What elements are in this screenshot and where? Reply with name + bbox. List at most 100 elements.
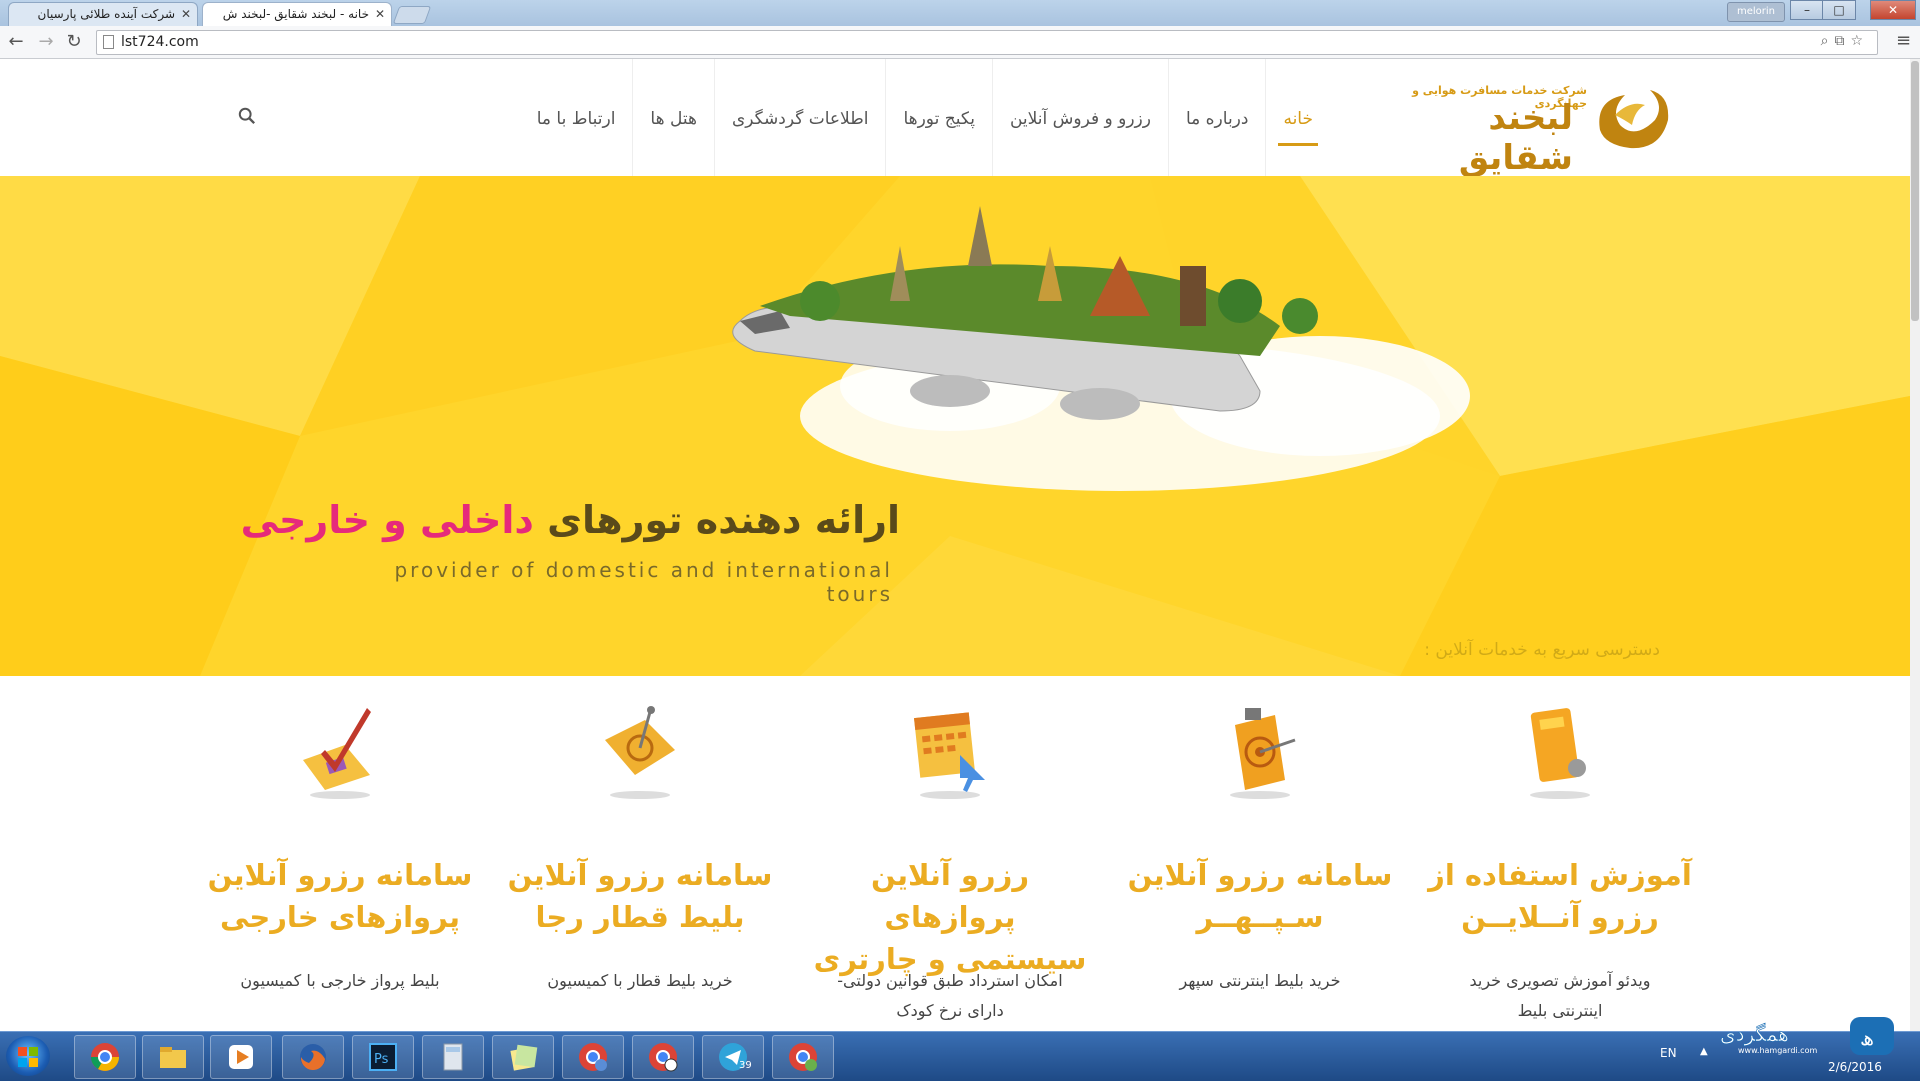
browser-toolbar: ← → ↻ lst724.com ⌕⧉☆ ≡ xyxy=(0,26,1920,59)
explorer-icon xyxy=(160,1047,186,1068)
taskbar-photoshop[interactable]: Ps xyxy=(352,1035,414,1079)
services-section: آموزش استفاده از رزرو آنــلایــن ویدئو آ… xyxy=(0,676,1910,1031)
clock-date[interactable]: 2/6/2016 xyxy=(1828,1060,1882,1074)
window-titlebar: ✕ شرکت آینده طلائی پارسیان ✕ خانه - لبخن… xyxy=(0,0,1920,26)
minimize-button[interactable]: – xyxy=(1790,0,1824,20)
nav-hotels[interactable]: هتل ها xyxy=(632,59,714,176)
windows-logo-icon xyxy=(18,1047,38,1067)
taskbar-firefox[interactable] xyxy=(282,1035,344,1079)
service-title: سامانه رزرو آنلاین پروازهای خارجی xyxy=(200,854,480,938)
photoshop-icon: Ps xyxy=(369,1043,397,1071)
scrollbar-thumb[interactable] xyxy=(1911,61,1919,321)
service-desc-line: ویدئو آموزش تصویری خرید xyxy=(1469,971,1651,990)
calendar-icon xyxy=(914,712,985,799)
service-title-line: بلیط قطار رجا xyxy=(535,900,745,934)
taskbar-media-player[interactable] xyxy=(210,1035,272,1079)
service-desc-line: خرید بلیط اینترنتی سپهر xyxy=(1179,971,1341,990)
nav-about[interactable]: درباره ما xyxy=(1167,59,1266,176)
tray-expand-icon[interactable]: ▲ xyxy=(1700,1046,1708,1057)
tab-title: شرکت آینده طلائی پارسیان xyxy=(37,7,175,21)
service-title-line: آموزش استفاده از xyxy=(1428,858,1692,892)
hero-title-highlight: داخلی و خارجی xyxy=(240,498,534,542)
telegram-badge: 39 xyxy=(739,1060,752,1071)
chrome-icon xyxy=(91,1043,119,1071)
omnibox-icons[interactable]: ⌕⧉☆ xyxy=(1821,33,1869,49)
tab-title: خانه - لبخند شقایق -لبخند ش xyxy=(222,7,369,21)
service-title: سامانه رزرو آنلاین سـپــهــر xyxy=(1120,854,1400,938)
new-tab-button[interactable] xyxy=(392,6,432,24)
taskbar-chrome-profile[interactable] xyxy=(772,1035,834,1079)
service-title-line: سامانه رزرو آنلاین xyxy=(1127,858,1393,892)
hero-title: ارائه دهنده تورهای داخلی و خارجی xyxy=(241,498,900,542)
logo-icon[interactable] xyxy=(1590,80,1670,155)
chrome-ball-icon xyxy=(649,1043,678,1072)
svg-text:ھ: ھ xyxy=(1860,1026,1874,1050)
address-bar[interactable]: lst724.com ⌕⧉☆ xyxy=(96,30,1878,55)
close-window-button[interactable]: ✕ xyxy=(1870,0,1916,20)
nav-tourism-info[interactable]: اطلاعات گردشگری xyxy=(713,59,886,176)
service-desc-line: خرید بلیط قطار با کمیسیون xyxy=(547,971,733,990)
service-desc-line: دارای نرخ کودک xyxy=(896,1001,1004,1020)
svg-text:Ps: Ps xyxy=(374,1052,389,1067)
service-description: بلیط پرواز خارجی با کمیسیون xyxy=(200,966,480,996)
media-player-icon xyxy=(229,1045,253,1069)
service-description: خرید بلیط اینترنتی سپهر xyxy=(1120,966,1400,996)
taskbar-explorer[interactable] xyxy=(142,1035,204,1079)
taskbar-chrome-ball[interactable] xyxy=(632,1035,694,1079)
nav-contact[interactable]: ارتباط با ما xyxy=(520,59,633,176)
reload-icon[interactable]: ↻ xyxy=(62,30,86,54)
page-scrollbar[interactable] xyxy=(1910,59,1920,1031)
service-desc-line: بلیط پرواز خارجی با کمیسیون xyxy=(240,971,440,990)
user-profile-button[interactable]: melorin xyxy=(1727,2,1785,22)
language-indicator[interactable]: EN xyxy=(1660,1046,1677,1060)
ticket-check-icon xyxy=(303,708,371,799)
service-title: آموزش استفاده از رزرو آنــلایــن xyxy=(1420,854,1700,938)
nav-home[interactable]: خانه xyxy=(1265,59,1330,176)
taskbar-chrome-user[interactable] xyxy=(562,1035,624,1079)
taskbar-telegram[interactable]: 39 xyxy=(702,1035,764,1079)
calculator-icon xyxy=(443,1043,463,1071)
taskbar-chrome[interactable] xyxy=(74,1035,136,1079)
hero-subtitle: provider of domestic and international t… xyxy=(394,558,893,606)
url-text: lst724.com xyxy=(121,34,199,50)
service-desc-line: اینترنتی بلیط xyxy=(1517,1001,1603,1020)
forward-icon[interactable]: → xyxy=(34,30,58,54)
service-title-line: پروازهای خارجی xyxy=(220,900,460,934)
service-title-line: سامانه رزرو آنلاین xyxy=(507,858,773,892)
menu-icon[interactable]: ≡ xyxy=(1896,30,1911,51)
back-icon[interactable]: ← xyxy=(4,30,28,54)
hamgardi-watermark-logo: ھ همگردی www.hamgardi.com xyxy=(1720,1017,1894,1055)
taskbar-calculator[interactable] xyxy=(422,1035,484,1079)
tab-home[interactable]: ✕ خانه - لبخند شقایق -لبخند ش xyxy=(202,2,392,26)
service-description: خرید بلیط قطار با کمیسیون xyxy=(500,966,780,996)
service-desc-line: امکان استرداد طبق قوانین دولتی- xyxy=(837,971,1063,990)
hero-banner: ارائه دهنده تورهای داخلی و خارجی provide… xyxy=(0,176,1910,676)
tab-parsian[interactable]: ✕ شرکت آینده طلائی پارسیان xyxy=(8,2,198,26)
main-nav: خانه درباره ما رزرو و فروش آنلاین پکیج ت… xyxy=(520,59,1330,176)
service-title-line: رزرو آنــلایــن xyxy=(1461,900,1659,934)
svg-text:همگردی: همگردی xyxy=(1720,1022,1789,1046)
firefox-icon xyxy=(300,1044,326,1071)
target-icon xyxy=(1230,708,1296,799)
search-icon[interactable] xyxy=(238,107,256,125)
tab-close-icon[interactable]: ✕ xyxy=(181,3,191,25)
service-title-line: رزرو آنلاین پروازهای xyxy=(870,858,1030,934)
airplane-island-image xyxy=(732,206,1470,491)
tab-close-icon[interactable]: ✕ xyxy=(375,3,385,25)
quick-access-label: دسترسی سریع به خدمات آنلاین : xyxy=(1424,640,1660,660)
service-title-line: سـپــهــر xyxy=(1196,900,1324,934)
maximize-button[interactable]: □ xyxy=(1822,0,1856,20)
sticky-notes-icon xyxy=(510,1044,538,1071)
nav-online-booking[interactable]: رزرو و فروش آنلاین xyxy=(991,59,1168,176)
service-description: ویدئو آموزش تصویری خرید اینترنتی بلیط xyxy=(1420,966,1700,1026)
chrome-profile-icon xyxy=(789,1043,817,1071)
taskbar-sticky-notes[interactable] xyxy=(492,1035,554,1079)
hero-title-start: ارائه دهنده تورهای xyxy=(547,498,900,542)
service-title: رزرو آنلاین پروازهای سیستمی و چارتری xyxy=(810,854,1090,980)
service-title: سامانه رزرو آنلاین بلیط قطار رجا xyxy=(500,854,780,938)
windows-taskbar: Ps 39 EN ▲ 2/6/2016 xyxy=(0,1031,1920,1081)
chrome-user-icon xyxy=(579,1043,607,1071)
service-title-line: سامانه رزرو آنلاین xyxy=(207,858,473,892)
logo-name[interactable]: لبخند شقایق xyxy=(1368,98,1573,178)
nav-tour-packages[interactable]: پکیج تورها xyxy=(885,59,992,176)
